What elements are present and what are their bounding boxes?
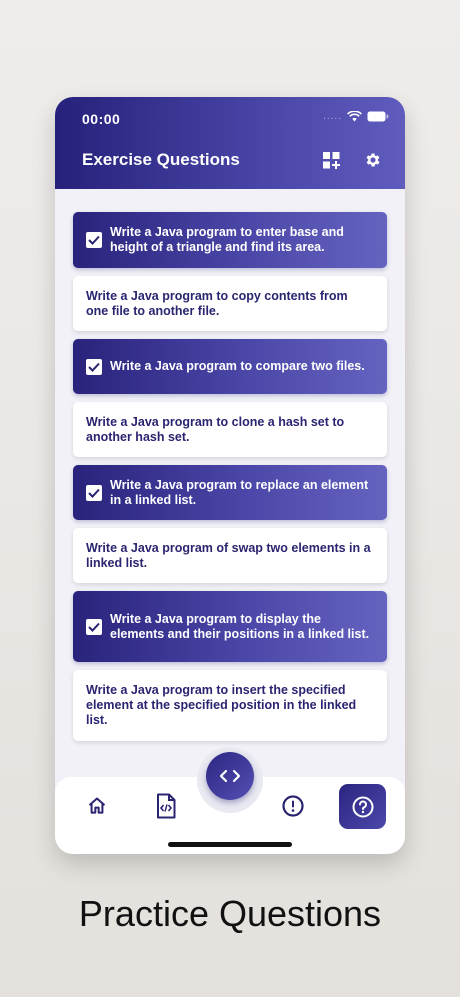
dashboard-add-icon [322,151,340,169]
question-text: Write a Java program to compare two file… [110,359,365,373]
check-icon [88,235,100,245]
question-text: Write a Java program to copy contents fr… [86,288,348,318]
home-icon [88,797,106,814]
checkbox[interactable] [86,232,102,248]
question-text: Write a Java program to clone a hash set… [86,414,345,444]
caption: Practice Questions [78,893,382,934]
question-item[interactable]: Write a Java program to copy contents fr… [73,276,387,331]
signal-icon: ..... [323,111,342,122]
nav-help-button[interactable] [339,784,386,829]
check-icon [88,488,100,498]
help-icon [352,796,373,817]
question-item[interactable]: Write a Java program to compare two file… [73,339,387,394]
phone-frame: 00:00 ..... Exercise Questions Write a J… [55,97,405,854]
question-item[interactable]: Write a Java program to replace an eleme… [73,465,387,520]
question-text: Write a Java program of swap two element… [86,540,371,570]
add-widget-button[interactable] [321,150,341,170]
checkbox[interactable] [86,484,102,501]
question-text: Write a Java program to enter base and h… [110,225,344,254]
question-item[interactable]: Write a Java program of swap two element… [73,528,387,583]
question-item[interactable]: Write a Java program to insert the speci… [73,670,387,741]
wifi-icon [347,111,362,122]
checkbox[interactable] [86,358,102,375]
home-indicator [168,842,292,847]
code-icon [219,769,241,783]
status-icons: ..... [323,111,389,122]
question-text: Write a Java program to insert the speci… [86,683,357,727]
question-item[interactable]: Write a Java program to display the elem… [73,591,387,662]
check-icon [88,362,100,372]
app-header: 00:00 ..... Exercise Questions [55,97,405,189]
nav-alert-button[interactable] [281,794,305,818]
alert-icon [282,795,304,817]
settings-button[interactable] [363,150,383,170]
question-list: Write a Java program to enter base and h… [73,212,387,749]
question-text: Write a Java program to replace an eleme… [110,477,369,507]
code-fab-button[interactable] [206,752,254,800]
question-item[interactable]: Write a Java program to enter base and h… [73,212,387,268]
nav-code-file-button[interactable] [154,793,178,819]
checkbox[interactable] [86,618,102,635]
status-time: 00:00 [82,111,121,127]
question-item[interactable]: Write a Java program to clone a hash set… [73,402,387,457]
code-file-icon [157,793,176,819]
battery-icon [367,111,389,122]
nav-home-button[interactable] [85,794,109,818]
question-text: Write a Java program to display the elem… [110,611,370,641]
page-title: Exercise Questions [82,150,240,169]
gear-icon [366,153,380,167]
check-icon [88,622,100,632]
